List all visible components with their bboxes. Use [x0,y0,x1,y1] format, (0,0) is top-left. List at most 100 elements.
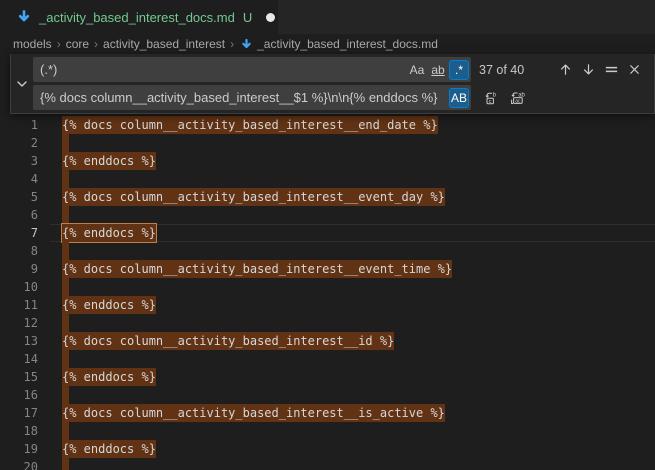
replace-button[interactable]: b c [482,88,502,108]
code-line[interactable]: 6 [0,206,655,224]
breadcrumb-item[interactable]: activity_based_interest [103,37,225,51]
editor-lines: 1{% docs column__activity_based_interest… [0,116,655,470]
line-content: {% enddocs %} [50,296,655,314]
code-line[interactable]: 7 {% enddocs %} [0,224,655,242]
line-content [50,350,655,368]
results-count: 37 of 40 [479,63,524,77]
find-match-highlight: {% enddocs %} [62,368,156,386]
line-number: 17 [0,404,38,422]
line-content: {% docs column__activity_based_interest_… [50,332,655,350]
regex-button[interactable]: .* [449,60,469,80]
find-in-selection-button[interactable] [601,60,621,80]
code-line[interactable]: 4 [0,170,655,188]
find-match-highlight: {% docs column__activity_based_interest_… [62,332,394,350]
find-match-highlight: {% enddocs %} [62,296,156,314]
breadcrumb-separator: › [57,37,61,51]
find-match-empty-line-strip [62,134,69,152]
code-line[interactable]: 14 [0,350,655,368]
find-input-box: Aa ab .* [33,57,471,82]
code-line[interactable]: 10 [0,278,655,296]
code-line[interactable]: 17 {% docs column__activity_based_interes… [0,404,655,422]
editor-area[interactable]: 1{% docs column__activity_based_interest… [0,54,655,470]
breadcrumb-file[interactable]: _activity_based_interest_docs.md [257,37,438,51]
code-line[interactable]: 2 [0,134,655,152]
toggle-replace-button[interactable] [11,54,33,113]
code-line[interactable]: 20 [0,458,655,470]
find-match-highlight: {% docs column__activity_based_interest_… [62,188,445,206]
current-find-match: {% enddocs %} [62,224,156,242]
line-content: {% docs column__activity_based_interest_… [50,404,655,422]
line-number: 16 [0,386,38,404]
replace-all-button[interactable]: ab ac [507,88,527,108]
code-line[interactable]: 9{% docs column__activity_based_interest… [0,260,655,278]
find-match-highlight: {% enddocs %} [62,440,156,458]
line-number: 11 [0,296,38,314]
preserve-case-button[interactable]: AB [449,88,469,108]
replace-input-box: AB [33,85,471,110]
code-line[interactable]: 16 [0,386,655,404]
markdown-arrow-icon [240,38,253,51]
breadcrumb-separator: › [94,37,98,51]
line-number: 3 [0,152,38,170]
code-line[interactable]: 12 [0,314,655,332]
find-match-empty-line-strip [62,170,69,188]
find-match-highlight: {% enddocs %} [62,152,156,170]
next-match-button[interactable] [578,60,598,80]
code-line[interactable]: 19 {% enddocs %} [0,440,655,458]
code-line[interactable]: 11 {% enddocs %} [0,296,655,314]
line-number: 19 [0,440,38,458]
find-match-empty-line-strip [62,314,69,332]
line-content: {% docs column__activity_based_interest_… [50,188,655,206]
line-number: 12 [0,314,38,332]
previous-match-button[interactable] [555,60,575,80]
find-nav-buttons [555,60,644,80]
line-content: {% docs column__activity_based_interest_… [50,116,655,134]
find-match-empty-line-strip [62,386,69,404]
match-case-button[interactable]: Aa [407,60,427,80]
code-line[interactable]: 8 [0,242,655,260]
arrow-down-icon [581,62,596,77]
close-button[interactable] [624,60,644,80]
line-content [50,134,655,152]
find-match-highlight: {% docs column__activity_based_interest_… [62,260,452,278]
line-content: {% enddocs %} [50,224,655,242]
line-content [50,242,655,260]
line-number: 15 [0,368,38,386]
svg-text:b: b [493,92,497,98]
whole-word-button[interactable]: ab [428,60,448,80]
find-match-highlight: {% docs column__activity_based_interest_… [62,404,445,422]
find-match-empty-line-strip [62,350,69,368]
line-content: {% enddocs %} [50,368,655,386]
line-number: 7 [0,224,38,242]
find-match-empty-line-strip [62,242,69,260]
modified-dot-icon[interactable] [266,13,275,22]
code-line[interactable]: 15 {% enddocs %} [0,368,655,386]
find-match-empty-line-strip [62,458,69,470]
tab-activity-docs[interactable]: _activity_based_interest_docs.md U [0,0,278,34]
line-content [50,386,655,404]
line-content [50,458,655,470]
find-input[interactable] [33,57,406,82]
code-line[interactable]: 13{% docs column__activity_based_interes… [0,332,655,350]
code-line[interactable]: 3 {% enddocs %} [0,152,655,170]
breadcrumb-item[interactable]: models [13,37,52,51]
svg-text:c: c [489,98,492,104]
code-line[interactable]: 5 {% docs column__activity_based_interest… [0,188,655,206]
code-line[interactable]: 1{% docs column__activity_based_interest… [0,116,655,134]
line-number: 6 [0,206,38,224]
line-content: {% enddocs %} [50,152,655,170]
line-content [50,422,655,440]
line-number: 18 [0,422,38,440]
line-number: 14 [0,350,38,368]
line-content: {% docs column__activity_based_interest_… [50,260,655,278]
breadcrumb-item[interactable]: core [66,37,89,51]
line-content: {% enddocs %} [50,440,655,458]
tab-bar: _activity_based_interest_docs.md U [0,0,655,34]
replace-icon: b c [484,90,500,106]
line-number: 5 [0,188,38,206]
vscode-window: _activity_based_interest_docs.md U model… [0,0,655,470]
replace-input[interactable] [33,85,448,110]
code-line[interactable]: 18 [0,422,655,440]
line-content [50,170,655,188]
line-content [50,314,655,332]
